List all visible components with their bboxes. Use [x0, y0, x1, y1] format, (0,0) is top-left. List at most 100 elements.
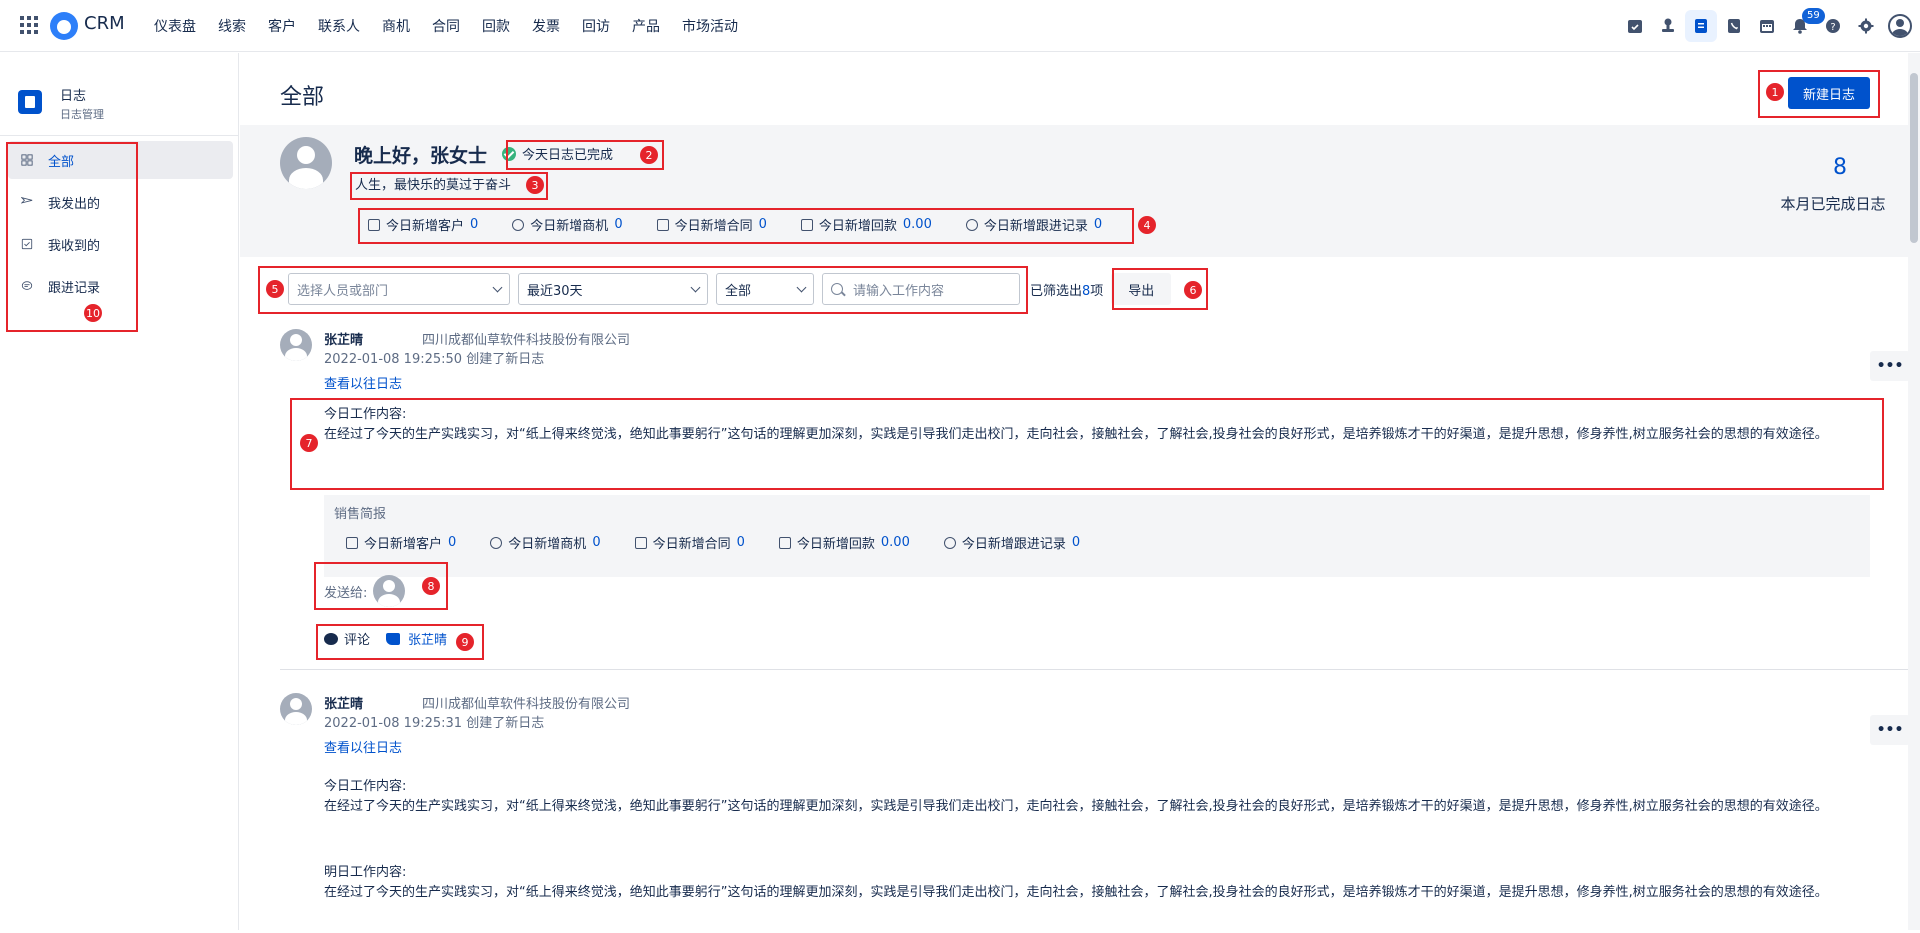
calendar-icon[interactable]: [1751, 10, 1783, 42]
new-log-button[interactable]: 新建日志: [1788, 77, 1870, 109]
chat-bubble-icon: [943, 536, 956, 549]
annotation-number-4: 4: [1138, 216, 1156, 234]
comment-button[interactable]: 评论: [344, 629, 370, 648]
nav-visits[interactable]: 回访: [582, 16, 610, 36]
sidebar-item-sent[interactable]: 我发出的: [8, 183, 233, 221]
nav-marketing[interactable]: 市场活动: [682, 16, 738, 36]
author-name[interactable]: 张芷晴: [324, 693, 363, 712]
nav-dashboard[interactable]: 仪表盘: [154, 16, 196, 36]
filter-count-prefix: 已筛选出: [1030, 283, 1083, 299]
history-link[interactable]: 查看以往日志: [324, 737, 402, 756]
grid-icon: [20, 153, 34, 167]
stat-value: 0: [614, 217, 623, 232]
user-avatar-icon[interactable]: [1888, 14, 1912, 38]
nav-contracts[interactable]: 合同: [432, 16, 460, 36]
sidebar-divider: [0, 135, 239, 136]
search-input[interactable]: 请输入工作内容: [822, 273, 1020, 305]
recipient-avatar[interactable]: [373, 575, 406, 607]
log-icon[interactable]: [1685, 10, 1717, 42]
scrollbar[interactable]: [1908, 53, 1920, 930]
nav-opportunities[interactable]: 商机: [382, 16, 410, 36]
person-select[interactable]: 选择人员或部门: [288, 273, 510, 305]
apps-grid-icon[interactable]: [20, 16, 38, 34]
search-icon: [831, 283, 843, 295]
stat-customers: 今日新增客户 0: [368, 215, 478, 234]
sidebar-item-received[interactable]: 我收到的: [8, 225, 233, 263]
greeting: 晚上好，张女士: [354, 145, 488, 167]
sidebar-item-all[interactable]: 全部: [8, 141, 233, 179]
person-select-placeholder: 选择人员或部门: [297, 283, 389, 299]
nav-payments[interactable]: 回款: [482, 16, 510, 36]
stat-customers: 今日新增客户 0: [346, 533, 456, 552]
more-options-button[interactable]: •••: [1870, 351, 1910, 381]
export-button[interactable]: 导出: [1111, 273, 1172, 305]
settings-gear-icon[interactable]: [1850, 10, 1882, 42]
stat-contracts: 今日新增合同 0: [656, 215, 767, 234]
type-select[interactable]: 全部: [716, 273, 814, 305]
stat-value: 0.00: [902, 217, 932, 232]
nav-customers[interactable]: 客户: [268, 16, 296, 36]
sales-report-title: 销售简报: [334, 507, 387, 522]
approval-stamp-icon[interactable]: [1652, 10, 1684, 42]
more-options-button[interactable]: •••: [1870, 715, 1910, 745]
send-to-label: 发送给:: [324, 585, 368, 601]
inbox-check-icon: [20, 237, 34, 251]
filter-bar: 选择人员或部门 最近30天 全部 请输入工作内容 已筛选出8项 导出: [288, 273, 1172, 305]
brand-name: CRM: [84, 13, 125, 34]
log-done-tag: 今天日志已完成: [502, 144, 613, 163]
stat-followups: 今日新增跟进记录 0: [965, 215, 1102, 234]
stat-label: 今日新增回款: [796, 537, 875, 552]
sidebar-item-label: 我收到的: [48, 238, 101, 254]
nav-invoices[interactable]: 发票: [532, 16, 560, 36]
thumbs-up-icon[interactable]: [386, 632, 401, 645]
sidebar-item-label: 全部: [48, 154, 75, 170]
log-done-text: 今天日志已完成: [522, 148, 614, 163]
stat-value: 0: [758, 217, 767, 232]
chevron-down-icon: [492, 282, 503, 293]
notification-bell-icon[interactable]: 59: [1784, 8, 1825, 42]
stat-label: 今日新增合同: [652, 537, 731, 552]
annotation-number-9: 9: [456, 633, 474, 651]
tomorrow-work-label: 明日工作内容:: [324, 865, 407, 880]
building-icon: [346, 536, 358, 549]
svg-text:?: ?: [1830, 22, 1835, 33]
range-select[interactable]: 最近30天: [518, 273, 708, 305]
author-name[interactable]: 张芷晴: [324, 329, 363, 348]
month-label: 本月已完成日志: [1780, 195, 1886, 213]
stat-label: 今日新增商机: [530, 219, 609, 234]
task-icon[interactable]: [1619, 10, 1651, 42]
stat-label: 今日新增商机: [508, 537, 587, 552]
stat-value: 0: [736, 535, 745, 550]
nav-products[interactable]: 产品: [632, 16, 660, 36]
annotation-number-7: 7: [300, 434, 318, 452]
type-select-value: 全部: [725, 283, 752, 299]
scrollbar-thumb[interactable]: [1910, 73, 1918, 243]
main-content: 全部 新建日志 晚上好，张女士 今天日志已完成 人生，最快乐的莫过于奋斗 今日新…: [240, 53, 1920, 930]
today-work-label: 今日工作内容:: [324, 407, 407, 422]
history-link[interactable]: 查看以往日志: [324, 373, 402, 392]
summary-panel: 晚上好，张女士 今天日志已完成 人生，最快乐的莫过于奋斗 今日新增客户 0 今日新…: [240, 125, 1908, 257]
liker-name[interactable]: 张芷晴: [408, 629, 447, 648]
sidebar-item-label: 跟进记录: [48, 280, 101, 296]
author-company: 四川成都仙草软件科技股份有限公司: [422, 333, 631, 348]
payment-icon: [778, 536, 791, 549]
stat-payments: 今日新增回款 0.00: [800, 215, 932, 234]
stat-label: 今日新增回款: [818, 219, 897, 234]
comment-icon[interactable]: [324, 632, 338, 645]
stat-followups: 今日新增跟进记录 0: [943, 533, 1080, 552]
tomorrow-work-text: 在经过了今天的生产实践实习，对“纸上得来终觉浅，绝知此事要躬行”这句话的理解更加…: [324, 885, 1828, 900]
check-circle-icon: [502, 146, 516, 161]
phone-icon[interactable]: [1718, 10, 1750, 42]
page-title: 全部: [280, 85, 325, 110]
nav-leads[interactable]: 线索: [218, 16, 246, 36]
search-placeholder: 请输入工作内容: [853, 283, 945, 299]
stat-label: 今日新增跟进记录: [961, 537, 1066, 552]
sidebar-item-followup[interactable]: 跟进记录: [8, 267, 233, 305]
author-company: 四川成都仙草软件科技股份有限公司: [422, 697, 631, 712]
nav-contacts[interactable]: 联系人: [318, 16, 360, 36]
stat-label: 今日新增合同: [674, 219, 753, 234]
annotation-number-10: 10: [84, 304, 102, 322]
help-icon[interactable]: ?: [1817, 10, 1849, 42]
chevron-down-icon: [796, 282, 807, 293]
sidebar-menu: 全部 我发出的 我收到的 跟进记录: [8, 141, 233, 309]
